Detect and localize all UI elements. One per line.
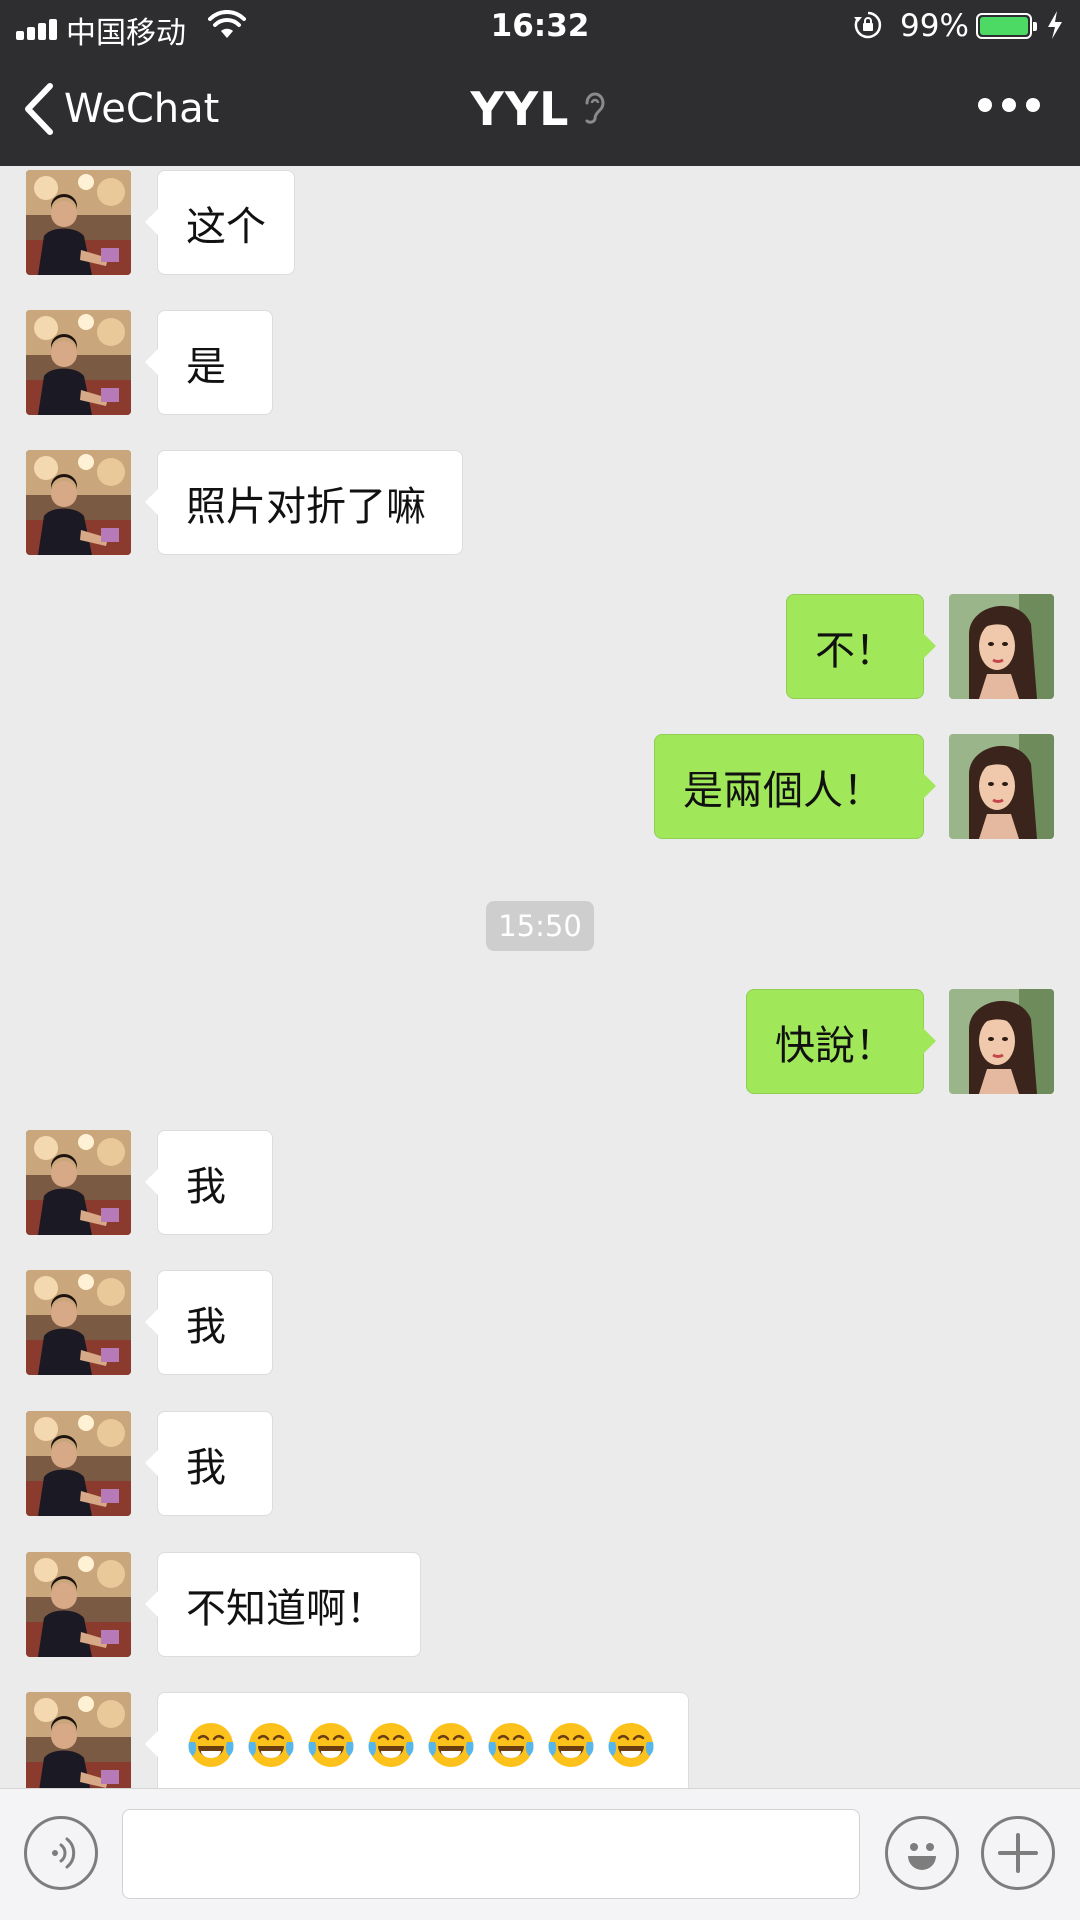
chat-title: YYL — [470, 82, 570, 136]
voice-button[interactable] — [24, 1816, 98, 1890]
battery-percent: 99% — [900, 8, 969, 44]
message-bubble[interactable]: 是 — [145, 310, 273, 415]
tears-of-joy-emoji — [606, 1720, 656, 1770]
nav-bar: WeChat YYL — [0, 54, 1080, 166]
my-avatar[interactable] — [949, 594, 1054, 699]
chat-timestamp: 15:50 — [486, 901, 594, 951]
status-bar: 中国移动 16:32 99% — [0, 0, 1080, 54]
contact-avatar[interactable] — [26, 450, 131, 555]
message-text: 快說！ — [775, 1022, 895, 1069]
message-text: 我 — [186, 1163, 226, 1210]
message-bubble[interactable]: 不知道啊！ — [145, 1552, 421, 1657]
contact-avatar[interactable] — [26, 1411, 131, 1516]
message-text: 照片对折了嘛 — [186, 483, 426, 530]
message-bubble[interactable] — [145, 1692, 689, 1788]
contact-avatar[interactable] — [26, 1270, 131, 1375]
tears-of-joy-emoji — [246, 1720, 296, 1770]
contact-avatar[interactable] — [26, 1552, 131, 1657]
message-text: 是兩個人！ — [683, 767, 883, 814]
message-bubble[interactable]: 快說！ — [746, 989, 936, 1094]
received-message: 我 — [0, 1130, 1080, 1235]
top-bar: 中国移动 16:32 99% WeChat YYL — [0, 0, 1080, 166]
received-message: 照片对折了嘛 — [0, 450, 1080, 555]
battery-icon — [976, 13, 1037, 39]
message-bubble[interactable]: 不！ — [786, 594, 936, 699]
message-text: 我 — [186, 1444, 226, 1491]
message-bubble[interactable]: 是兩個人！ — [654, 734, 936, 839]
message-text: 不！ — [815, 627, 895, 674]
contact-avatar[interactable] — [26, 310, 131, 415]
input-bar — [0, 1788, 1080, 1920]
sent-message: 是兩個人！ — [0, 734, 1080, 839]
my-avatar[interactable] — [949, 989, 1054, 1094]
message-bubble[interactable]: 这个 — [145, 170, 295, 275]
earpiece-mode-icon — [585, 92, 605, 124]
sent-message: 快說！ — [0, 989, 1080, 1094]
plus-button[interactable] — [981, 1816, 1055, 1890]
message-bubble[interactable]: 我 — [145, 1411, 273, 1516]
tears-of-joy-emoji — [306, 1720, 356, 1770]
message-text: 是 — [186, 343, 226, 390]
rotation-lock-icon — [854, 11, 882, 39]
tears-of-joy-emoji — [186, 1720, 236, 1770]
chat-area[interactable]: 15:50 这个是照片对折了嘛 不！ 是兩個人！ 快說！我我我不知道啊！ — [0, 166, 1080, 1788]
tears-of-joy-emoji — [426, 1720, 476, 1770]
contact-avatar[interactable] — [26, 1692, 131, 1788]
tears-of-joy-emoji — [486, 1720, 536, 1770]
received-message: 我 — [0, 1270, 1080, 1375]
received-message: 不知道啊！ — [0, 1552, 1080, 1657]
message-input[interactable] — [122, 1809, 860, 1899]
more-button[interactable] — [978, 98, 1040, 112]
received-message: 这个 — [0, 170, 1080, 275]
message-bubble[interactable]: 照片对折了嘛 — [145, 450, 463, 555]
tears-of-joy-emoji — [366, 1720, 416, 1770]
plus-icon — [998, 1833, 1038, 1873]
received-message: 我 — [0, 1411, 1080, 1516]
message-text: 不知道啊！ — [186, 1585, 386, 1632]
chat-title-group: YYL — [0, 82, 1080, 136]
charging-icon — [1048, 11, 1062, 39]
more-icon — [978, 98, 992, 112]
received-message: 是 — [0, 310, 1080, 415]
received-message — [0, 1692, 1080, 1788]
message-bubble[interactable]: 我 — [145, 1130, 273, 1235]
tears-of-joy-emoji — [546, 1720, 596, 1770]
sent-message: 不！ — [0, 594, 1080, 699]
contact-avatar[interactable] — [26, 1130, 131, 1235]
my-avatar[interactable] — [949, 734, 1054, 839]
voice-icon — [52, 1837, 76, 1869]
emoji-button[interactable] — [885, 1816, 959, 1890]
message-text: 这个 — [186, 203, 266, 250]
message-bubble[interactable]: 我 — [145, 1270, 273, 1375]
contact-avatar[interactable] — [26, 170, 131, 275]
emoji-icon — [908, 1843, 936, 1870]
message-text: 我 — [186, 1303, 226, 1350]
